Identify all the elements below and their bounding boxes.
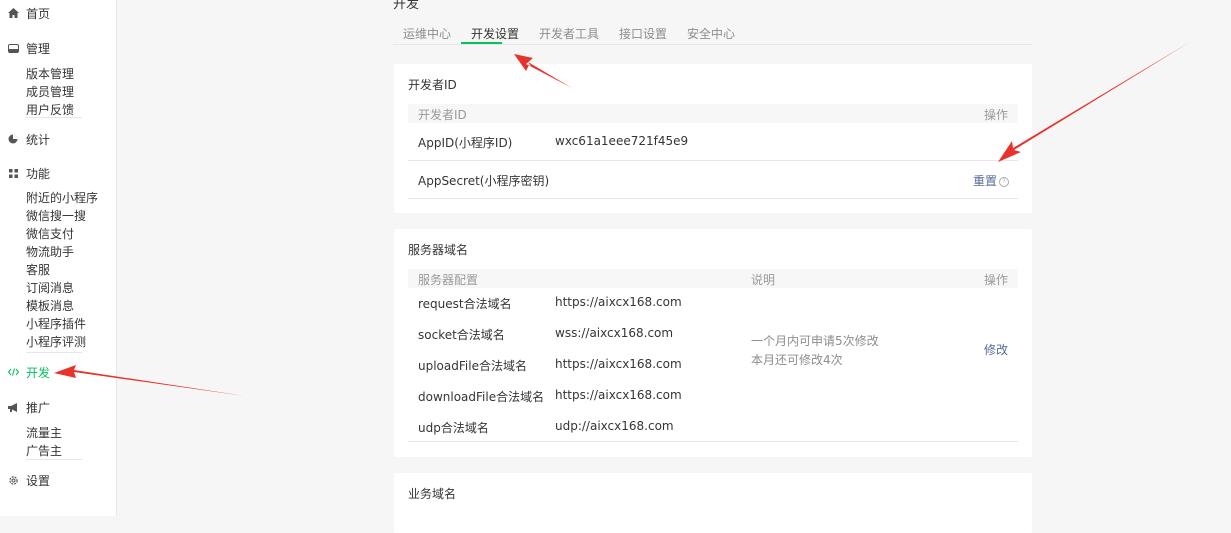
help-icon[interactable]: ?: [999, 176, 1010, 187]
reset-link[interactable]: 重置: [973, 174, 997, 188]
code-icon: [0, 368, 26, 376]
dev-id-card: 开发者ID 开发者ID 操作 AppID(小程序ID) wxc61a1eee72…: [394, 64, 1032, 213]
col-dev-id: 开发者ID: [418, 108, 467, 122]
pie-chart-icon: [0, 134, 26, 144]
divider: [26, 117, 82, 118]
domain-label: udp合法域名: [418, 421, 489, 435]
sidebar: 首页 管理 版本管理 成员管理 用户反馈 统计 功能 附近的小程序 微信搜一搜 …: [0, 0, 117, 516]
col-action: 操作: [983, 108, 1008, 122]
nav-home[interactable]: 首页: [0, 4, 116, 22]
divider: [408, 198, 1018, 199]
nav-stats-label: 统计: [26, 132, 51, 147]
business-domain-card: 业务域名: [394, 473, 1032, 533]
server-domain-title: 服务器域名: [408, 243, 469, 257]
nav-item-members[interactable]: 成员管理: [26, 83, 116, 101]
home-icon: [0, 8, 26, 18]
domain-label: request合法域名: [418, 297, 512, 311]
nav-item-review[interactable]: 小程序评测: [26, 333, 116, 351]
nav-features-head[interactable]: 功能: [0, 164, 116, 182]
nav-manage-label: 管理: [26, 41, 51, 56]
nav-features: 功能 附近的小程序 微信搜一搜 微信支付 物流助手 客服 订阅消息 模板消息 小…: [0, 164, 116, 351]
nav-item-template[interactable]: 模板消息: [26, 297, 116, 315]
server-table-header: 服务器配置 说明 操作: [408, 269, 1018, 288]
page-title: 开发: [393, 0, 420, 12]
modify-quota-text: 一个月内可申请5次修改: [751, 334, 879, 348]
divider: [408, 441, 1018, 442]
nav-develop[interactable]: 开发: [0, 363, 116, 381]
domain-value: https://aixcx168.com: [555, 357, 682, 371]
domain-value: https://aixcx168.com: [555, 388, 682, 402]
nav-item-traffic[interactable]: 流量主: [26, 424, 116, 442]
nav-item-version[interactable]: 版本管理: [26, 65, 116, 83]
tab-api-settings[interactable]: 接口设置: [619, 25, 667, 42]
nav-item-subscribe[interactable]: 订阅消息: [26, 279, 116, 297]
reset-cell: 重置?: [973, 172, 1010, 189]
nav-item-pay[interactable]: 微信支付: [26, 225, 116, 243]
nav-item-advertiser[interactable]: 广告主: [26, 442, 116, 460]
nav-settings-label: 设置: [26, 473, 51, 488]
megaphone-icon: [0, 402, 26, 412]
col-server-config: 服务器配置: [418, 273, 479, 287]
domain-label: downloadFile合法域名: [418, 390, 545, 404]
nav-promote-head[interactable]: 推广: [0, 398, 116, 416]
modify-link[interactable]: 修改: [984, 341, 1008, 358]
nav-item-nearby[interactable]: 附近的小程序: [26, 189, 116, 207]
domain-label: socket合法域名: [418, 328, 505, 342]
nav-manage-head[interactable]: 管理: [0, 39, 116, 57]
appsecret-label: AppSecret(小程序密钥): [418, 174, 550, 188]
modify-remaining-text: 本月还可修改4次: [751, 353, 843, 367]
domain-value: wss://aixcx168.com: [555, 326, 674, 340]
nav-item-plugin[interactable]: 小程序插件: [26, 315, 116, 333]
tab-ops[interactable]: 运维中心: [403, 25, 451, 42]
nav-item-logistics[interactable]: 物流助手: [26, 243, 116, 261]
domain-value: udp://aixcx168.com: [555, 419, 674, 433]
business-domain-title: 业务域名: [408, 487, 457, 501]
appid-label: AppID(小程序ID): [418, 136, 513, 150]
nav-develop-label: 开发: [26, 365, 51, 380]
nav-manage: 管理 版本管理 成员管理 用户反馈: [0, 39, 116, 119]
server-domain-card: 服务器域名 服务器配置 说明 操作 request合法域名 https://ai…: [394, 229, 1032, 457]
manage-icon: [0, 43, 26, 53]
grid-icon: [0, 168, 26, 178]
col-action: 操作: [983, 273, 1008, 287]
divider: [26, 459, 82, 460]
nav-item-search[interactable]: 微信搜一搜: [26, 207, 116, 225]
nav-promote: 推广 流量主 广告主: [0, 398, 116, 460]
domain-value: https://aixcx168.com: [555, 295, 682, 309]
appid-value: wxc61a1eee721f45e9: [555, 134, 689, 148]
domain-label: uploadFile合法域名: [418, 359, 527, 373]
col-desc: 说明: [751, 273, 776, 287]
gear-icon: [0, 475, 26, 486]
dev-id-title: 开发者ID: [408, 78, 457, 92]
divider: [26, 352, 82, 353]
nav-promote-label: 推广: [26, 400, 51, 415]
divider: [408, 160, 1018, 161]
nav-home-label: 首页: [26, 6, 51, 21]
tab-security[interactable]: 安全中心: [687, 25, 735, 42]
dev-id-table-header: 开发者ID 操作: [408, 104, 1018, 123]
active-tab-indicator: [461, 42, 502, 44]
tab-dev-tools[interactable]: 开发者工具: [539, 25, 599, 42]
nav-settings[interactable]: 设置: [0, 471, 116, 489]
nav-stats[interactable]: 统计: [0, 130, 116, 148]
nav-features-label: 功能: [26, 166, 51, 181]
tab-dev-settings[interactable]: 开发设置: [471, 25, 519, 42]
nav-item-service[interactable]: 客服: [26, 261, 116, 279]
